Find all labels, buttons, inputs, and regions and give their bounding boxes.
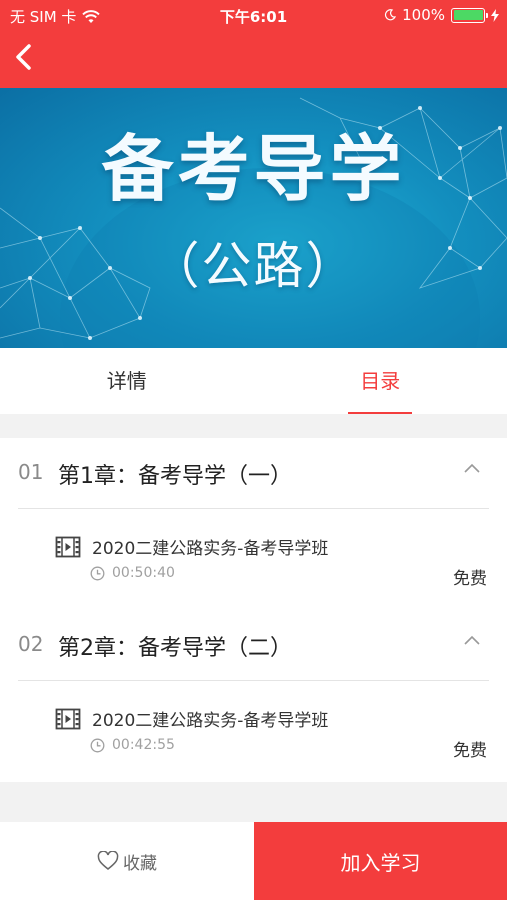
chapter-title: 第2章：备考导学（二） [58, 636, 292, 661]
divider [18, 680, 489, 681]
lesson-duration: 00:50:40 [112, 565, 175, 581]
video-icon [55, 536, 81, 558]
tab-bar: 详情 目录 [0, 348, 507, 414]
tab-details[interactable]: 详情 [0, 348, 254, 414]
favorite-button[interactable]: 收藏 [0, 822, 254, 900]
video-icon [55, 708, 81, 730]
lesson-duration: 00:42:55 [112, 737, 175, 753]
chapter-title: 第1章：备考导学（一） [58, 464, 292, 489]
catalog-list: 01 第1章：备考导学（一） 2020二建公路实务-备考导学班 00:50:40… [0, 438, 507, 782]
top-bar: 无 SIM 卡 下午6:01 100% [0, 0, 507, 88]
chapter-header[interactable]: 02 第2章：备考导学（二） [0, 610, 507, 680]
chapter-header[interactable]: 01 第1章：备考导学（一） [0, 438, 507, 508]
divider [18, 508, 489, 509]
moon-icon [385, 9, 397, 21]
back-button[interactable] [10, 40, 40, 74]
banner-title: 备考导学 [101, 127, 406, 211]
status-bar: 无 SIM 卡 下午6:01 100% [0, 0, 507, 30]
battery-icon [451, 7, 488, 23]
chapter-number: 02 [18, 632, 44, 656]
lesson-price: 免费 [453, 569, 487, 589]
heart-icon [97, 851, 119, 870]
chevron-left-icon [16, 44, 31, 70]
chevron-up-icon[interactable] [463, 634, 481, 646]
lesson-price: 免费 [453, 741, 487, 761]
tab-catalog[interactable]: 目录 [254, 348, 507, 414]
status-right: 100% [384, 6, 499, 24]
clock-icon [90, 738, 105, 753]
clock-icon [90, 566, 105, 581]
lesson-title: 2020二建公路实务-备考导学班 [92, 711, 329, 731]
lesson-title: 2020二建公路实务-备考导学班 [92, 539, 329, 559]
favorite-label: 收藏 [123, 853, 157, 874]
lesson-item[interactable]: 2020二建公路实务-备考导学班 00:50:40 免费 [0, 534, 507, 604]
battery-percent: 100% [402, 6, 445, 24]
banner-subtitle: （公路） [149, 237, 358, 295]
chevron-up-icon[interactable] [463, 462, 481, 474]
join-study-button[interactable]: 加入学习 [254, 822, 507, 900]
lesson-item[interactable]: 2020二建公路实务-备考导学班 00:42:55 免费 [0, 706, 507, 776]
course-banner: 备考导学 （公路） [0, 88, 507, 348]
chapter-number: 01 [18, 460, 44, 484]
bottom-action-bar: 收藏 加入学习 [0, 822, 507, 900]
charging-bolt-icon [491, 8, 499, 22]
